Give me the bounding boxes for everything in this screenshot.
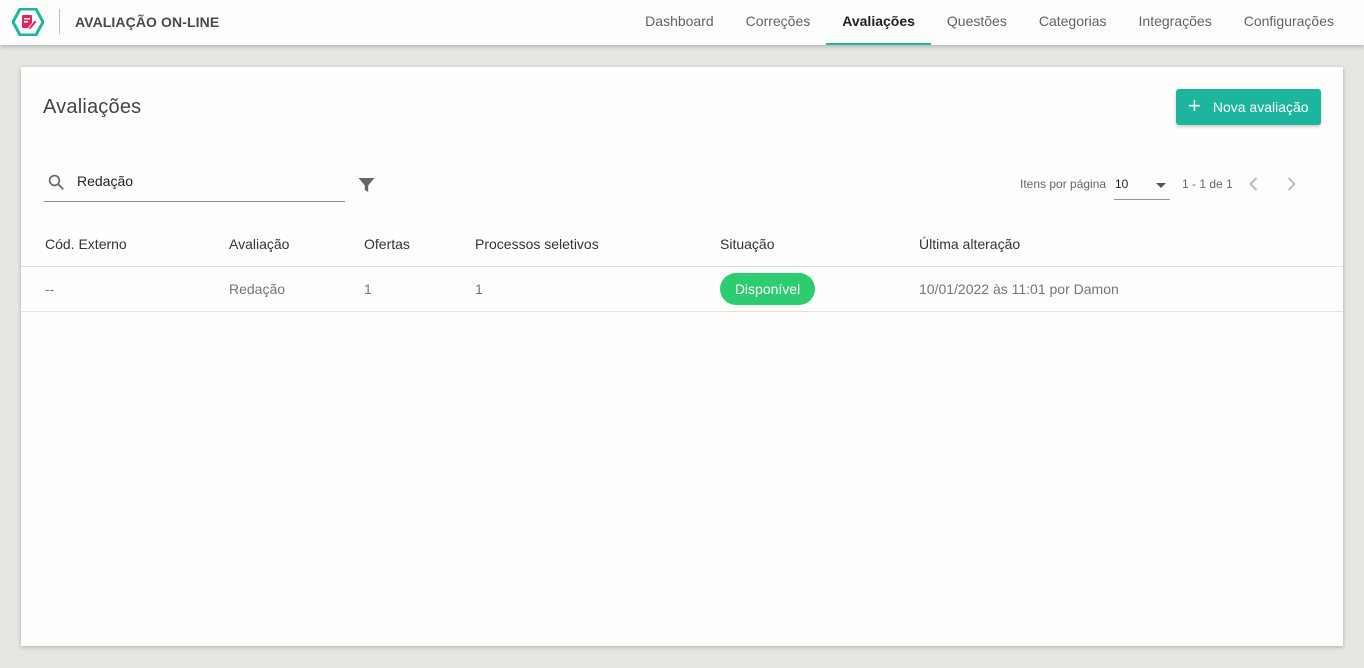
app-title: AVALIAÇÃO ON-LINE	[75, 14, 220, 30]
cell-avaliacao: Redação	[229, 281, 286, 297]
plus-icon: +	[1188, 93, 1201, 118]
nav-item-avaliacoes[interactable]: Avaliações	[826, 0, 931, 45]
page-title: Avaliações	[43, 96, 142, 118]
cell-ultima-alteracao: 10/01/2022 às 11:01 por Damon	[919, 281, 1119, 297]
search-icon	[48, 174, 64, 190]
column-header-codigo[interactable]: Cód. Externo	[45, 236, 127, 252]
cell-ofertas: 1	[364, 281, 372, 297]
table-header: Cód. Externo Avaliação Ofertas Processos…	[21, 220, 1343, 267]
logo-divider	[59, 9, 60, 34]
column-header-ultima-alteracao[interactable]: Última alteração	[919, 236, 1020, 252]
items-per-page-select[interactable]: 10	[1114, 171, 1170, 200]
column-header-ofertas[interactable]: Ofertas	[364, 236, 410, 252]
column-header-processos[interactable]: Processos seletivos	[475, 236, 599, 252]
search-field	[44, 163, 345, 202]
items-per-page-value: 10	[1115, 177, 1129, 191]
chevron-down-icon	[1156, 183, 1166, 188]
nav-item-categorias[interactable]: Categorias	[1023, 0, 1123, 45]
pagination-range: 1 - 1 de 1	[1182, 177, 1233, 191]
cell-codigo: --	[45, 281, 55, 297]
column-header-avaliacao[interactable]: Avaliação	[229, 236, 289, 252]
items-per-page-label: Itens por página	[1020, 177, 1107, 191]
column-header-situacao[interactable]: Situação	[720, 236, 774, 252]
search-input[interactable]	[77, 170, 337, 192]
cell-processos: 1	[475, 281, 483, 297]
nav-item-integracoes[interactable]: Integrações	[1123, 0, 1228, 45]
status-badge: Disponível	[720, 273, 815, 305]
main-card: Avaliações + Nova avaliação Itens por pá…	[21, 67, 1343, 646]
main-nav: Dashboard Correções Avaliações Questões …	[629, 0, 1350, 45]
nav-item-questoes[interactable]: Questões	[931, 0, 1023, 45]
previous-page-icon[interactable]	[1243, 173, 1265, 195]
table-row[interactable]: -- Redação 1 1 Disponível 10/01/2022 às …	[21, 267, 1343, 312]
next-page-icon[interactable]	[1280, 173, 1302, 195]
app-logo-icon[interactable]	[12, 8, 44, 36]
nav-item-correcoes[interactable]: Correções	[730, 0, 827, 45]
new-evaluation-button[interactable]: + Nova avaliação	[1176, 89, 1321, 125]
new-evaluation-label: Nova avaliação	[1212, 99, 1309, 115]
top-bar: AVALIAÇÃO ON-LINE Dashboard Correções Av…	[0, 0, 1364, 45]
nav-item-configuracoes[interactable]: Configurações	[1228, 0, 1350, 45]
nav-item-dashboard[interactable]: Dashboard	[629, 0, 730, 45]
filter-icon[interactable]	[358, 177, 375, 193]
